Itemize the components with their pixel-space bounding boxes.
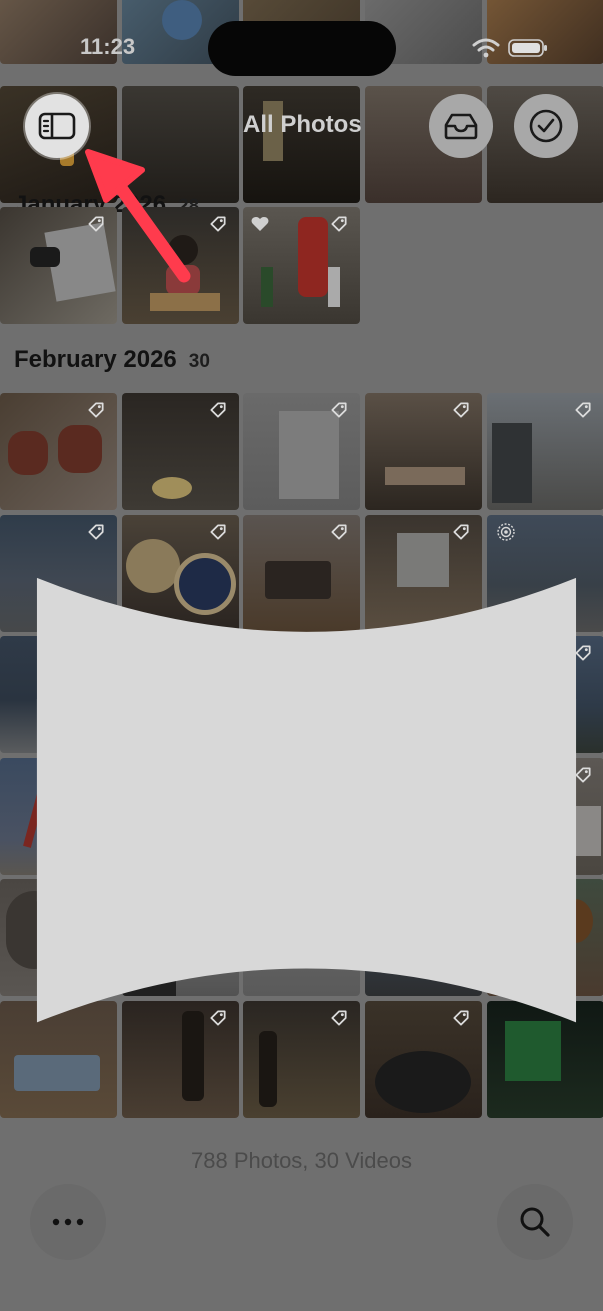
live-photo-icon	[133, 646, 151, 664]
tag-icon	[575, 402, 591, 418]
library-stats: 788 Photos, 30 Videos	[191, 1148, 412, 1173]
section-count: 30	[188, 351, 210, 372]
section-title: February 2026	[14, 346, 177, 373]
tray-icon	[444, 113, 478, 140]
tag-icon	[210, 216, 226, 232]
checkmark-circle-icon	[529, 109, 563, 143]
more-button[interactable]	[30, 1184, 106, 1260]
sidebar-icon	[38, 112, 76, 140]
search-icon	[520, 1207, 550, 1237]
tag-icon	[453, 402, 469, 418]
photo-thumbnail[interactable]	[243, 86, 360, 203]
tag-icon	[331, 216, 347, 232]
annotation-arrow	[85, 149, 191, 283]
panorama-icon	[36, 698, 577, 1023]
dynamic-island	[208, 21, 396, 76]
tray-button[interactable]	[429, 94, 493, 158]
page-title: All Photos	[243, 111, 362, 138]
search-button[interactable]	[497, 1184, 573, 1260]
heart-icon	[251, 217, 269, 231]
tag-icon	[210, 402, 226, 418]
live-photo-icon	[497, 523, 515, 541]
battery-icon	[508, 39, 547, 57]
tag-icon	[88, 402, 104, 418]
tag-icon	[331, 402, 347, 418]
select-button[interactable]	[514, 94, 578, 158]
ellipsis-icon	[52, 1218, 84, 1226]
section-header-february: February 2026 30	[14, 346, 210, 374]
wifi-icon	[472, 38, 500, 58]
status-time: 11:23	[80, 34, 136, 59]
